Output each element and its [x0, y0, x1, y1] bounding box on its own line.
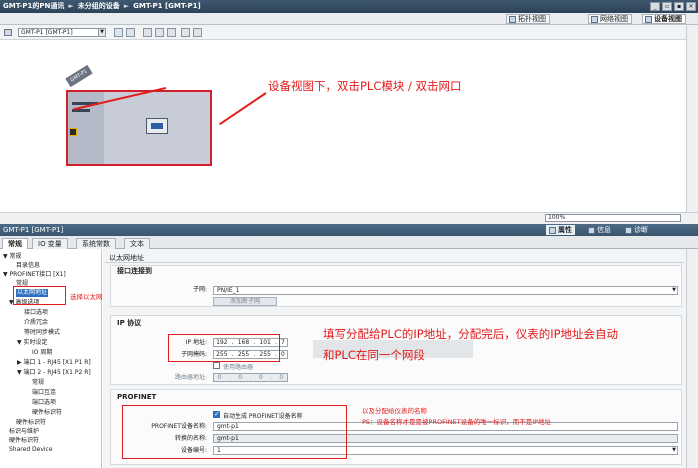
tree-item[interactable]: 接口选项: [24, 309, 48, 317]
tree-item[interactable]: 目录信息: [16, 262, 40, 270]
toolbar-icon-4[interactable]: [155, 28, 164, 37]
device-toggle-icon[interactable]: [4, 29, 12, 36]
properties-icon: [549, 226, 556, 234]
crumb-project[interactable]: GMT-P1的PN通讯: [3, 2, 64, 10]
tab-device-view[interactable]: 设备视图: [642, 14, 686, 24]
subnet-select[interactable]: PN/IE_1 ▼: [213, 286, 678, 295]
highlight-ethernet-address: [13, 286, 66, 305]
tab-texts[interactable]: 文本: [124, 238, 150, 249]
chevron-down-icon: ▼: [672, 447, 676, 453]
canvas-hscroll[interactable]: 100%: [0, 212, 698, 224]
annotation-doubleclick: 设备视图下，双击PLC模块 / 双击网口: [268, 79, 462, 93]
annotation-device-name: 以及分配给仪表的名称: [362, 407, 427, 415]
section-interface: 接口连接到 子网: PN/IE_1 ▼ 添加新子网: [110, 265, 682, 307]
tree-item[interactable]: 介质冗余: [24, 319, 48, 327]
toolbar-icon-6[interactable]: [193, 28, 202, 37]
info-button[interactable]: 信息: [585, 225, 614, 235]
properties-button[interactable]: 属性: [546, 225, 575, 235]
info-icon: [588, 226, 595, 234]
chevron-down-icon: ▼: [98, 29, 105, 36]
minimize-button[interactable]: _: [650, 2, 660, 11]
tree-item[interactable]: ▶ 端口 1 - RJ45 [X1 P1 R]: [17, 359, 91, 367]
router-address-input[interactable]: 0.0.0.0: [213, 373, 288, 382]
tree-item[interactable]: 常规: [32, 379, 44, 387]
tree-item[interactable]: 硬件标识符: [16, 419, 46, 427]
tree-item[interactable]: 端口互连: [32, 389, 56, 397]
crumb-device[interactable]: GMT-P1 [GMT-P1]: [133, 2, 201, 10]
port-icon[interactable]: [69, 128, 77, 136]
tree-item[interactable]: IO 周期: [32, 349, 52, 357]
device-icon: [645, 15, 652, 23]
window-controls: _ ▫ ▪ ✕: [650, 2, 696, 11]
tree-item[interactable]: Shared Device: [9, 446, 53, 454]
toolbar-icon-1[interactable]: [114, 28, 123, 37]
toolbar-icon-5[interactable]: [167, 28, 176, 37]
device-select[interactable]: GMT-P1 [GMT-P1] ▼: [18, 28, 106, 37]
network-icon: [591, 15, 598, 23]
add-subnet-button[interactable]: 添加新子网: [213, 297, 277, 306]
zoom-icon[interactable]: [181, 28, 190, 37]
chevron-down-icon: ▼: [672, 287, 676, 293]
tab-io-tags[interactable]: IO 变量: [32, 238, 68, 249]
title-bar: GMT-P1的PN通讯 ► 未分组的设备 ► GMT-P1 [GMT-P1]: [0, 0, 698, 13]
tree-item[interactable]: 硬件标识符: [32, 409, 62, 417]
tree-item[interactable]: 标识与维护: [9, 428, 39, 436]
tree-item[interactable]: ▼ 端口 2 - RJ45 [X1 P2 R]: [17, 369, 91, 377]
annotation-ps-note: PS：设备名称才是是被PROFINET设备的唯一标识，而不是IP地址: [362, 418, 552, 426]
tree-item[interactable]: 端口选项: [32, 399, 56, 407]
highlight-ip-fields: [168, 334, 280, 362]
zoom-select[interactable]: 100%: [545, 214, 681, 222]
tree-item[interactable]: 硬件标识符: [9, 437, 39, 445]
toolbar-icon-2[interactable]: [126, 28, 135, 37]
maximize-button[interactable]: ▪: [674, 2, 684, 11]
crumb-group[interactable]: 未分组的设备: [78, 2, 120, 10]
diagnostics-icon: [625, 226, 632, 234]
use-router-checkbox[interactable]: [213, 362, 220, 369]
tree-item[interactable]: 等时同步模式: [24, 329, 60, 337]
restore-button[interactable]: ▫: [662, 2, 672, 11]
annotation-fill-ip: 填写分配给PLC的IP地址，分配完后，仪表的IP地址会自动和PLC在同一个网段: [323, 327, 619, 362]
view-tabs: 拓扑视图 网络视图 设备视图: [0, 13, 698, 25]
properties-vscroll[interactable]: [686, 249, 698, 468]
diagnostics-button[interactable]: 诊断: [622, 225, 651, 235]
tree-item[interactable]: ▼ 常规: [3, 253, 22, 261]
device-toolbar: GMT-P1 [GMT-P1] ▼: [0, 25, 686, 40]
tree-item[interactable]: ▼ 实时设定: [17, 339, 48, 347]
topology-icon: [509, 15, 516, 23]
tree-item[interactable]: ▼ PROFINET接口 [X1]: [3, 271, 66, 279]
ethernet-port-icon[interactable]: [146, 118, 168, 134]
close-button[interactable]: ✕: [686, 2, 696, 11]
canvas-vscroll[interactable]: [686, 25, 698, 213]
toolbar-icon-3[interactable]: [143, 28, 152, 37]
properties-tree: ▼ 常规 目录信息 ▼ PROFINET接口 [X1] 常规 以太网地址 ▼ 高…: [0, 249, 102, 468]
tab-network-view[interactable]: 网络视图: [588, 14, 632, 24]
highlight-profinet-name: [122, 405, 347, 459]
inspector-tabs: 常规 IO 变量 系统常数 文本: [0, 236, 698, 250]
tab-topology-view[interactable]: 拓扑视图: [506, 14, 550, 24]
tab-system-constants[interactable]: 系统常数: [76, 238, 116, 249]
